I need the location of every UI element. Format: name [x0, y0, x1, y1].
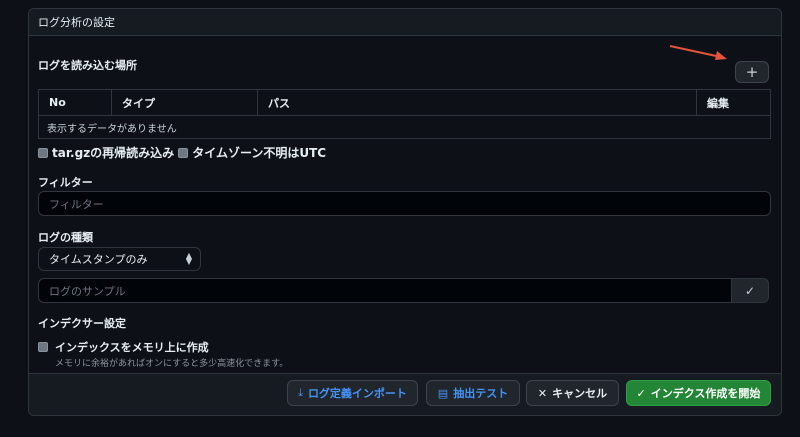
reread-targz-label[interactable]: tar.gzの再帰読み込み	[52, 144, 174, 161]
check-icon: ✓	[636, 386, 646, 400]
panel-footer: ⤓ ログ定義インポート ▤ 抽出テスト ✕ キャンセル ✓ インデクス作成を開始	[29, 373, 781, 415]
log-sample-input[interactable]: ログのサンプル	[38, 278, 734, 303]
log-location-table: No タイプ パス 編集 表示するデータがありません	[38, 89, 771, 139]
log-analysis-settings-panel: ログ分析の設定 ログを読み込む場所 + No タイプ パス 編集 表示するデータ…	[28, 8, 782, 416]
add-location-button[interactable]: +	[735, 61, 769, 83]
start-indexing-button[interactable]: ✓ インデクス作成を開始	[626, 380, 771, 406]
in-memory-label[interactable]: インデックスをメモリ上に作成	[55, 339, 209, 355]
filter-placeholder: フィルター	[49, 197, 104, 211]
filter-input[interactable]: フィルター	[38, 191, 771, 216]
download-icon: ⤓	[298, 386, 303, 399]
reread-targz-checkbox[interactable]	[38, 147, 48, 158]
file-icon: ▤	[437, 386, 449, 400]
panel-header: ログ分析の設定	[29, 9, 781, 36]
start-label: インデクス作成を開始	[650, 387, 761, 400]
filter-label: フィルター	[38, 176, 93, 189]
options-row: tar.gzの再帰読み込み タイムゾーン不明はUTC	[38, 144, 330, 161]
column-path[interactable]: パス	[258, 90, 697, 115]
column-edit[interactable]: 編集	[697, 90, 770, 115]
import-label: ログ定義インポート	[307, 387, 407, 400]
import-log-definition-button[interactable]: ⤓ ログ定義インポート	[287, 380, 418, 406]
in-memory-option: インデックスをメモリ上に作成	[38, 339, 213, 355]
log-sample-placeholder: ログのサンプル	[49, 284, 126, 298]
column-no[interactable]: No	[39, 90, 112, 115]
extract-test-button[interactable]: ▤ 抽出テスト	[426, 380, 520, 406]
timezone-utc-label[interactable]: タイムゾーン不明はUTC	[192, 144, 326, 161]
cancel-label: キャンセル	[552, 387, 608, 400]
check-icon: ✓	[744, 283, 756, 298]
in-memory-checkbox[interactable]	[38, 342, 48, 352]
cancel-button[interactable]: ✕ キャンセル	[526, 380, 619, 406]
extract-test-label: 抽出テスト	[453, 387, 509, 400]
log-type-selected-value: タイムスタンプのみ	[49, 253, 148, 266]
in-memory-hint: メモリに余裕があればオンにすると多少高速化できます。	[55, 359, 289, 369]
panel-title: ログ分析の設定	[38, 16, 115, 29]
log-type-select[interactable]: タイムスタンプのみ ▲ ▼	[38, 247, 201, 271]
table-header: No タイプ パス 編集	[39, 90, 770, 116]
log-type-label: ログの種類	[38, 231, 93, 244]
x-icon: ✕	[537, 386, 548, 400]
log-location-label: ログを読み込む場所	[38, 59, 137, 72]
column-type[interactable]: タイプ	[112, 90, 258, 115]
log-sample-check-button[interactable]: ✓	[731, 278, 769, 303]
updown-icon: ▲ ▼	[185, 251, 192, 266]
timezone-utc-checkbox[interactable]	[178, 147, 189, 158]
annotation-arrow-icon	[669, 45, 727, 60]
indexer-settings-label: インデクサー設定	[38, 317, 126, 330]
table-empty-message: 表示するデータがありません	[47, 123, 177, 135]
